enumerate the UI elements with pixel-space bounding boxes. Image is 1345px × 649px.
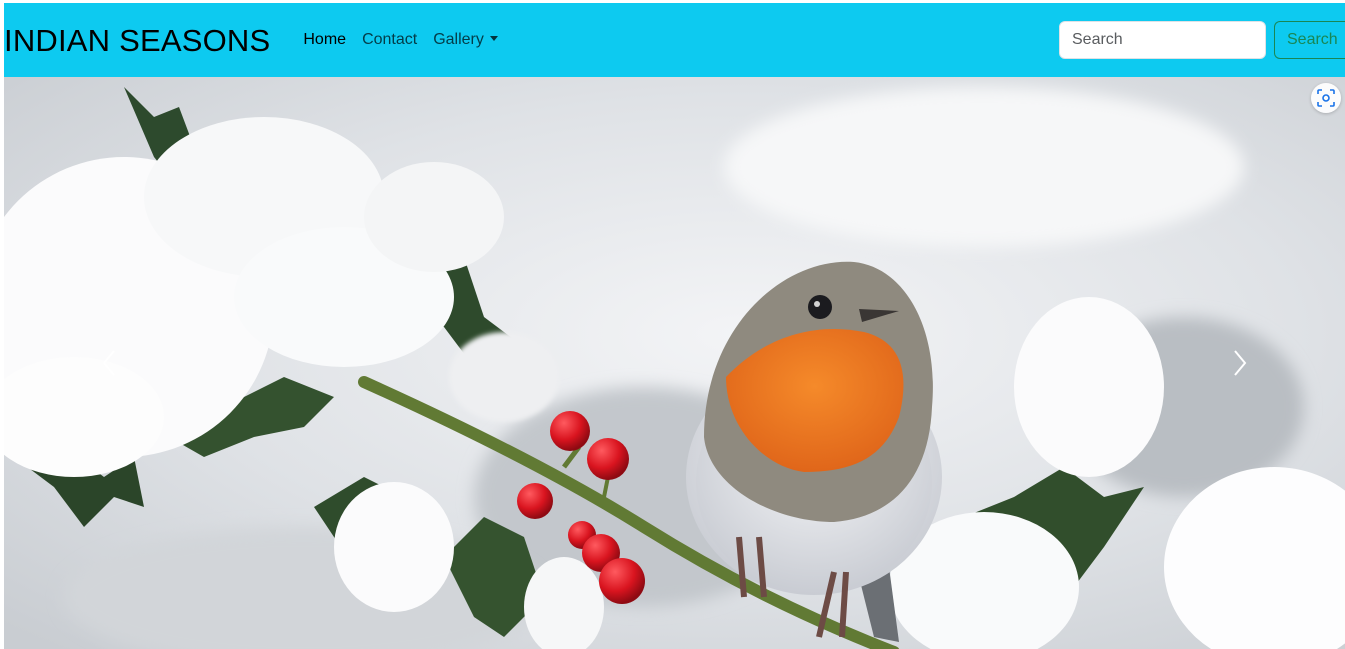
caret-down-icon: [489, 36, 498, 41]
brand-logo[interactable]: INDIAN SEASONS: [4, 25, 270, 56]
carousel-prev-button[interactable]: [64, 77, 154, 649]
search-form: Search: [1059, 21, 1345, 59]
image-carousel: [4, 77, 1345, 649]
search-input[interactable]: [1059, 21, 1266, 59]
search-button[interactable]: Search: [1274, 21, 1345, 59]
carousel-next-button[interactable]: [1195, 77, 1285, 649]
chevron-right-icon: [1234, 350, 1247, 376]
nav-dropdown-gallery-label: Gallery: [433, 31, 484, 48]
nav-dropdown-gallery[interactable]: Gallery: [425, 31, 506, 49]
visual-search-button[interactable]: [1311, 83, 1341, 113]
page: INDIAN SEASONS Home Contact Gallery Sear…: [0, 0, 1345, 649]
nav-link-home[interactable]: Home: [295, 31, 354, 49]
visual-search-icon: [1317, 89, 1335, 107]
robin-snow-photo: [4, 77, 1345, 649]
navbar: INDIAN SEASONS Home Contact Gallery Sear…: [4, 3, 1345, 77]
nav-links: Home Contact Gallery: [295, 31, 506, 49]
chevron-left-icon: [102, 350, 115, 376]
nav-link-contact[interactable]: Contact: [354, 31, 425, 49]
